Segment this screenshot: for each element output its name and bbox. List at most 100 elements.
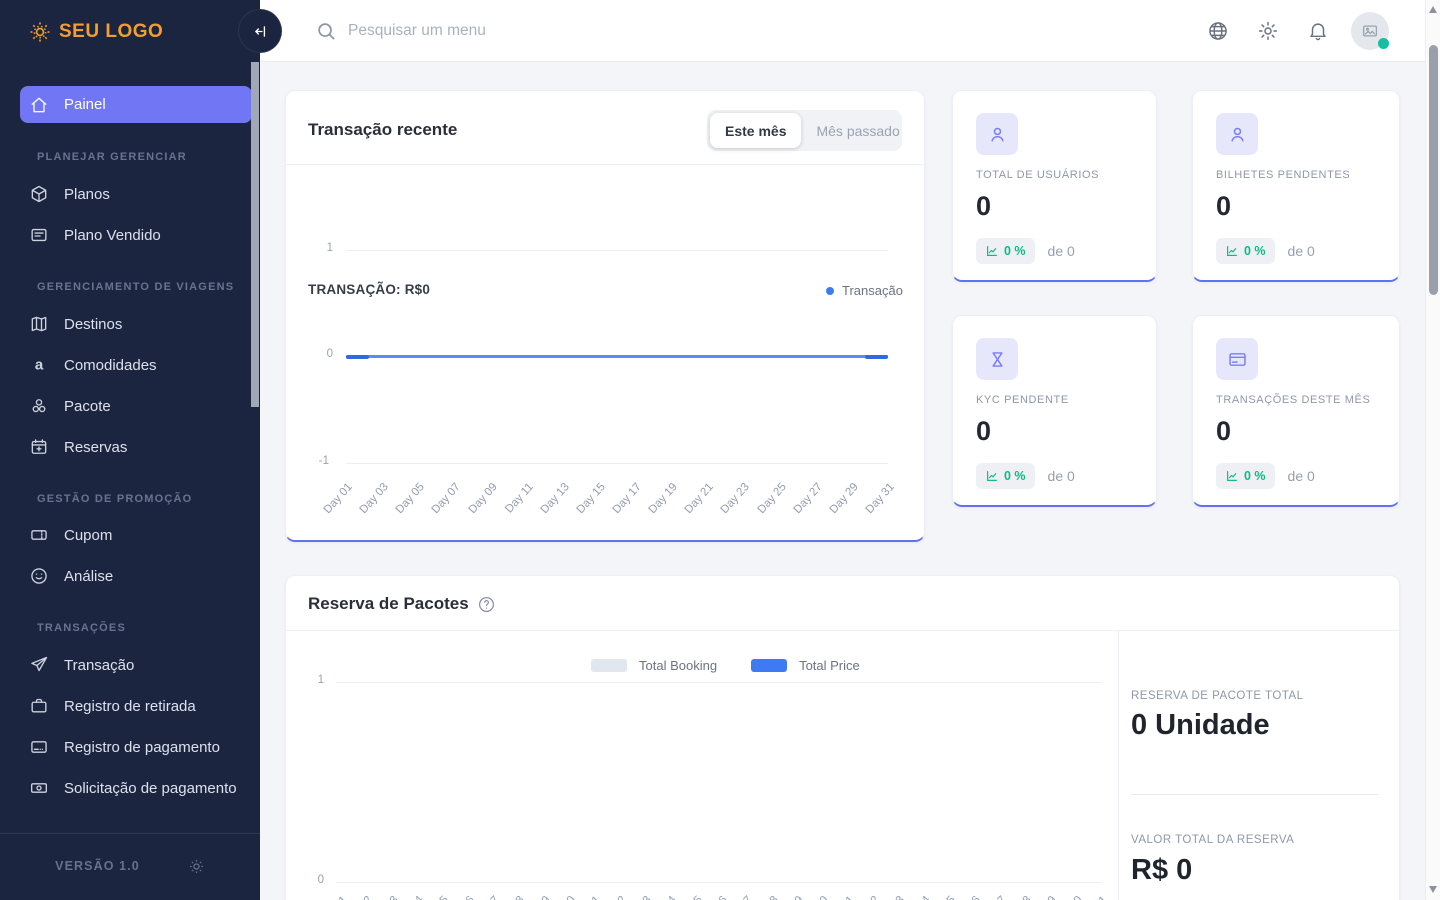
sidebar-item-label: Destinos	[64, 316, 122, 333]
line-segment	[346, 355, 369, 359]
sidebar-item-analise[interactable]: Análise	[0, 556, 252, 596]
divider	[286, 164, 924, 165]
sidebar-footer: VERSÃO 1.0	[0, 848, 260, 884]
sidebar-item-cupom[interactable]: Cupom	[0, 515, 252, 555]
percent-badge: 0 %	[976, 238, 1035, 264]
sidebar-item-painel[interactable]: Painel	[20, 86, 252, 123]
sidebar-item-planos[interactable]: Planos	[0, 174, 252, 214]
booking-value-value: R$ 0	[1131, 854, 1192, 887]
stat-title: KYC PENDENTE	[976, 394, 1069, 406]
x-tick-label: Day 03	[358, 481, 391, 516]
sidebar-section-planejar-gerenciar: PLANEJAR GERENCIAR	[37, 151, 187, 165]
x-tick-label: Day 19	[647, 481, 680, 516]
legend-label: Transação	[842, 283, 903, 298]
tab-this-month[interactable]: Este mês	[710, 113, 801, 148]
scrollbar-thumb[interactable]	[1429, 45, 1438, 295]
booking-total-label: RESERVA DE PACOTE TOTAL	[1131, 690, 1304, 702]
top-header	[260, 0, 1440, 62]
percent-badge: 0 %	[976, 463, 1035, 489]
question-circle-icon[interactable]	[477, 595, 496, 614]
stat-title: BILHETES PENDENTES	[1216, 169, 1350, 181]
logo-text: SEU LOGO	[59, 21, 163, 43]
gridline	[346, 250, 888, 251]
x-tick-label: Day 05	[394, 481, 427, 516]
sidebar-item-label: Painel	[64, 96, 106, 113]
logo[interactable]: SEU LOGO	[28, 16, 163, 48]
x-tick-label: Day 27	[791, 481, 824, 516]
x-tick-label: Day 07	[430, 481, 463, 516]
stat-suffix: de 0	[1288, 243, 1315, 259]
sidebar-item-label: Pacote	[64, 398, 111, 415]
sidebar-item-destinos[interactable]: Destinos	[0, 304, 252, 344]
stat-badge-row: 0 % de 0	[1216, 238, 1315, 264]
scroll-up-arrow[interactable]	[1429, 6, 1437, 13]
sidebar-item-transacao[interactable]: Transação	[0, 645, 252, 685]
cube-icon	[29, 184, 49, 204]
sidebar-item-registro-de-pagamento[interactable]: Registro de pagamento	[0, 727, 252, 767]
sidebar-section-gestao-de-promocao: GESTÃO DE PROMOÇÃO	[37, 493, 192, 507]
user-icon	[1216, 113, 1258, 155]
logo-sun-icon	[28, 20, 52, 44]
sidebar-item-pacote[interactable]: Pacote	[0, 386, 252, 426]
x-tick-label: Day 21	[683, 481, 716, 516]
stat-badge-row: 0 % de 0	[1216, 463, 1315, 489]
arrow-to-bar-icon	[252, 23, 269, 40]
sidebar-item-registro-de-retirada[interactable]: Registro de retirada	[0, 686, 252, 726]
stat-title: TOTAL DE USUÁRIOS	[976, 169, 1099, 181]
x-tick-label: Day 01	[322, 481, 355, 516]
calendar-plus-icon	[29, 437, 49, 457]
list-card-icon	[29, 225, 49, 245]
transaction-total-label: TRANSAÇÃO: R$0	[308, 282, 430, 297]
sidebar-item-label: Análise	[64, 568, 113, 585]
banknote-icon	[29, 778, 49, 798]
gear-icon[interactable]	[1257, 20, 1279, 42]
booking-value-label: VALOR TOTAL DA RESERVA	[1131, 834, 1294, 846]
page-scrollbar[interactable]	[1425, 0, 1440, 900]
letter-a-icon: a	[29, 355, 49, 375]
sidebar-item-label: Registro de retirada	[64, 698, 196, 715]
sidebar-item-label: Registro de pagamento	[64, 739, 220, 756]
image-placeholder-icon	[1361, 22, 1379, 40]
stat-suffix: de 0	[1288, 468, 1315, 484]
sidebar-scrollbar-thumb[interactable]	[251, 62, 259, 407]
hourglass-icon	[976, 338, 1018, 380]
transaction-line-series	[346, 355, 888, 358]
gridline	[346, 463, 888, 464]
legend-dot	[826, 287, 834, 295]
x-tick-label: Day 17	[611, 481, 644, 516]
trend-up-icon	[985, 244, 999, 258]
sidebar-item-label: Solicitação de pagamento	[64, 780, 237, 797]
search-input[interactable]	[348, 15, 908, 47]
bell-icon[interactable]	[1307, 20, 1329, 42]
online-status-dot	[1378, 38, 1389, 49]
trend-up-icon	[1225, 469, 1239, 483]
sidebar-item-reservas[interactable]: Reservas	[0, 427, 252, 467]
booking-total-value: 0 Unidade	[1131, 709, 1270, 742]
gridline	[336, 682, 1101, 683]
smiley-icon	[29, 566, 49, 586]
transaction-card-title: Transação recente	[308, 120, 457, 140]
stat-card-total-users: TOTAL DE USUÁRIOS 0 0 % de 0	[952, 90, 1157, 282]
stat-card-month-transactions: TRANSAÇÕES DESTE MÊS 0 0 % de 0	[1192, 315, 1400, 507]
booking-chart-legend: Total Booking Total Price	[591, 658, 860, 673]
percent-badge: 0 %	[1216, 463, 1275, 489]
legend-label: Total Booking	[639, 658, 717, 673]
sun-icon[interactable]	[188, 858, 205, 875]
sidebar-item-solicitacao-de-pagamento[interactable]: Solicitação de pagamento	[0, 768, 252, 808]
booking-card-title: Reserva de Pacotes	[308, 594, 469, 614]
sidebar-collapse-button[interactable]	[238, 9, 282, 53]
y-tick: 1	[297, 674, 324, 686]
x-tick-label: Day 25	[755, 481, 788, 516]
globe-icon[interactable]	[1207, 20, 1229, 42]
briefcase-icon	[29, 696, 49, 716]
sidebar-item-comodidades[interactable]: aComodidades	[0, 345, 252, 385]
sidebar-section-transacoes: TRANSAÇÕES	[37, 622, 126, 636]
app-root: SEU LOGO PainelPLANEJAR GERENCIARPlanosP…	[0, 0, 1440, 900]
stat-card-pending-tickets: BILHETES PENDENTES 0 0 % de 0	[1192, 90, 1400, 282]
gridline	[336, 882, 1101, 883]
tab-last-month[interactable]: Mês passado	[801, 113, 914, 148]
sidebar-item-plano-vendido[interactable]: Plano Vendido	[0, 215, 252, 255]
version-label: VERSÃO 1.0	[55, 859, 140, 873]
scroll-down-arrow[interactable]	[1429, 886, 1437, 893]
stat-suffix: de 0	[1048, 243, 1075, 259]
